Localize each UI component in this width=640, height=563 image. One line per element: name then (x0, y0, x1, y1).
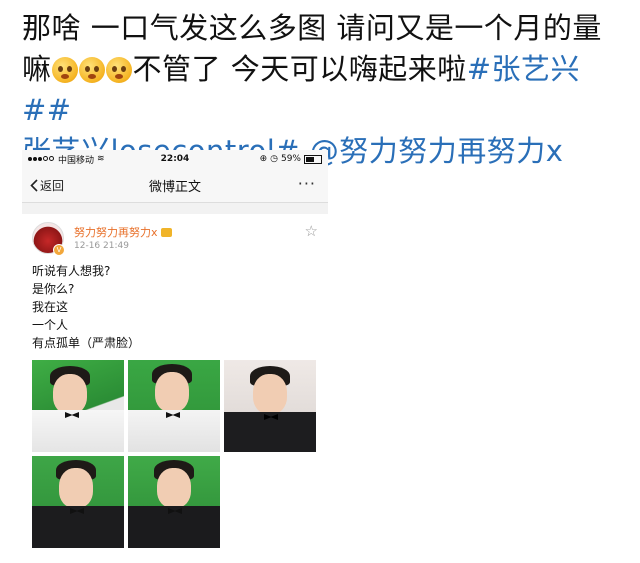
weibo-post-line: 一个人 (32, 318, 69, 332)
crying-face-emoji-icon (51, 57, 78, 83)
battery-percent: 59% (280, 154, 301, 164)
status-time: 22:04 (160, 154, 190, 164)
carrier-name: 中国移动 (58, 155, 95, 166)
post-photo[interactable] (32, 360, 124, 452)
mention-link[interactable]: @努力努力再努力x (300, 134, 563, 168)
crying-face-emoji-icon (78, 57, 105, 83)
wifi-icon: ≋ (97, 154, 105, 164)
alarm-icon: ◷ (270, 154, 278, 164)
weibo-post-line: 听说有人想我? (32, 264, 111, 278)
weibo-post-line: 是你么? (32, 282, 75, 296)
post-photo[interactable] (128, 456, 220, 548)
weibo-post-card: V 努力努力再努力x 12-16 21:49 ☆ 听说有人想我? 是你么? 我在… (22, 214, 328, 556)
status-bar: 中国移动 ≋ 22:04 ⊕ ◷ 59% (22, 150, 328, 168)
embedded-phone-screenshot: 中国移动 ≋ 22:04 ⊕ ◷ 59% 返回 微博正文 ··· V 努力努力再… (22, 150, 328, 556)
weibo-post-line: 有点孤单（严肃脸） (32, 336, 141, 350)
member-crown-icon (160, 228, 172, 237)
post-text: 那啥 一口气发这么多图 请问又是一个月的量 嘛不管了 今天可以嗨起来啦#张艺兴#… (22, 8, 628, 172)
post-line-2-prefix: 嘛 (22, 52, 52, 86)
weibo-post-line: 我在这 (32, 300, 69, 314)
page-title: 微博正文 (148, 180, 201, 195)
crying-face-emoji-icon (105, 57, 132, 83)
post-line-1: 那啥 一口气发这么多图 请问又是一个月的量 (22, 11, 602, 45)
username[interactable]: 努力努力再努力x (74, 224, 172, 240)
post-timestamp: 12-16 21:49 (74, 241, 129, 251)
more-options-icon[interactable]: ··· (298, 174, 316, 193)
photo-grid (32, 360, 316, 548)
star-favorite-icon[interactable]: ☆ (305, 222, 318, 240)
verified-badge-icon: V (53, 244, 65, 256)
username-text: 努力努力再努力x (74, 226, 158, 239)
battery-icon (304, 154, 322, 164)
signal-dots-icon (28, 154, 55, 164)
post-photo[interactable] (224, 360, 316, 452)
lock-rotation-icon: ⊕ (259, 154, 268, 164)
post-photo[interactable] (128, 360, 220, 452)
nav-bar: 返回 微博正文 ··· (22, 168, 328, 203)
post-photo[interactable] (32, 456, 124, 548)
post-line-2-text: 不管了 今天可以嗨起来啦 (132, 52, 467, 86)
weibo-post-body: 听说有人想我? 是你么? 我在这 一个人 有点孤单（严肃脸） (32, 262, 140, 352)
